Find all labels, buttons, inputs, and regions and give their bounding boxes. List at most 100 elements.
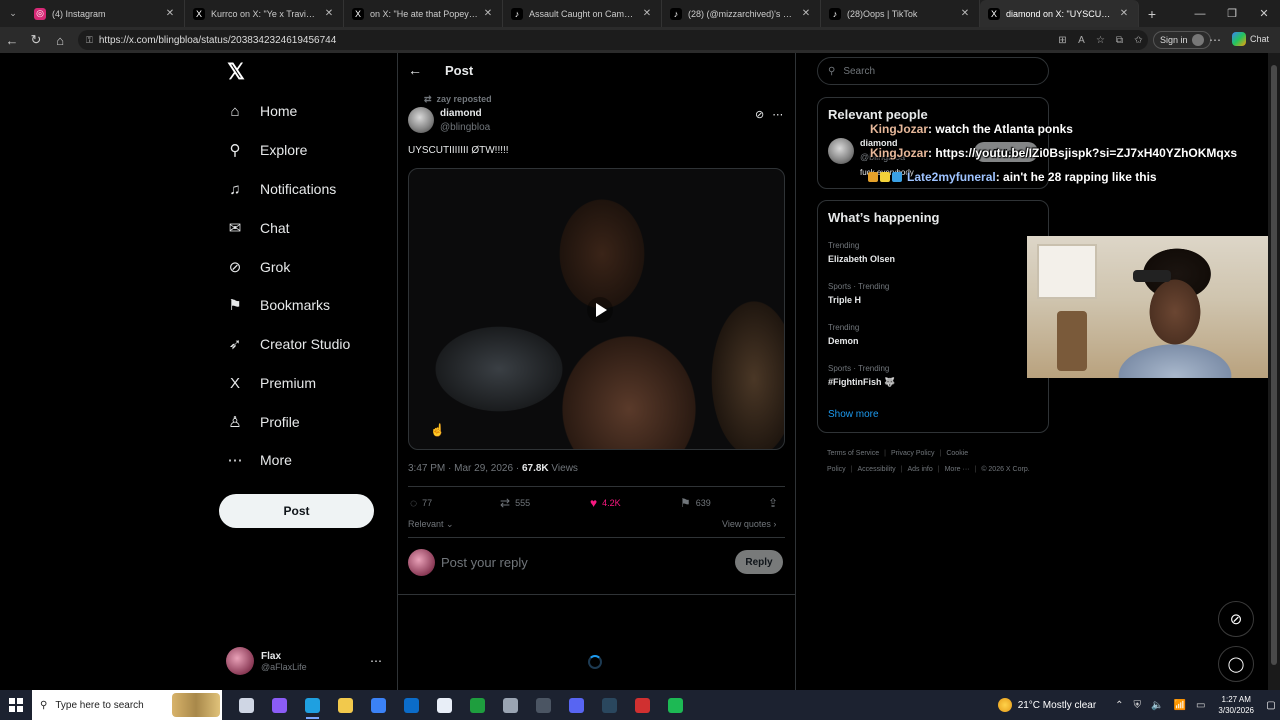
nav-item-more[interactable]: ⋯ More (226, 445, 292, 475)
nav-item-bookmarks[interactable]: ⚑ Bookmarks (226, 290, 330, 320)
clock[interactable]: 1:27 AM 3/30/2026 (1218, 694, 1254, 716)
play-icon[interactable] (587, 297, 613, 323)
search-input[interactable]: ⚲ Search (817, 57, 1049, 85)
view-quotes-link[interactable]: View quotes › (722, 519, 776, 529)
trend-item[interactable]: Triple H (828, 295, 861, 305)
close-window-icon[interactable]: ✕ (1248, 0, 1280, 27)
trend-item[interactable]: Elizabeth Olsen (828, 254, 895, 264)
notifications-icon[interactable]: ▢ (1262, 700, 1280, 711)
post-button[interactable]: Post (219, 494, 374, 528)
reposted-by[interactable]: zay reposted (437, 94, 492, 105)
share-action[interactable]: ⇪ (768, 496, 778, 510)
browser-tab[interactable]: ♪ (28) (@mizzarchived)'s video of B ✕ (662, 0, 821, 27)
discord-icon[interactable] (560, 690, 593, 720)
author-handle[interactable]: @blingbloa (440, 122, 490, 133)
bookmark-action[interactable]: ⚑ 639 (680, 496, 711, 510)
favorites-icon[interactable]: ✩ (1129, 35, 1148, 46)
browser-tab[interactable]: ◎ (4) Instagram ✕ (26, 0, 185, 27)
show-hidden-icons-icon[interactable]: ⌃ (1115, 700, 1123, 711)
grok-icon[interactable]: ⊘ (755, 108, 764, 121)
back-icon[interactable]: ← (0, 27, 24, 53)
x-logo-icon[interactable]: 𝕏 (224, 60, 248, 84)
notepad-icon[interactable] (428, 690, 461, 720)
edge-icon[interactable] (296, 690, 329, 720)
xbox-icon[interactable] (461, 690, 494, 720)
new-tab-button[interactable]: + (1139, 6, 1165, 22)
back-arrow-icon[interactable]: ← (408, 62, 422, 78)
copilot-chat-button[interactable]: Chat (1232, 32, 1269, 46)
minimize-icon[interactable]: — (1184, 0, 1216, 27)
task-view-icon[interactable] (230, 690, 263, 720)
browser-tab[interactable]: ♪ (28)Oops | TikTok ✕ (821, 0, 980, 27)
network-icon[interactable]: 📶 (1174, 700, 1186, 711)
reply-sort-dropdown[interactable]: Relevant ⌄ (408, 519, 454, 530)
display-icon[interactable]: ▭ (1196, 700, 1205, 711)
repost-action[interactable]: ⇄ 555 (500, 496, 530, 510)
copilot-icon[interactable] (263, 690, 296, 720)
messages-float-button[interactable]: ◯ (1218, 646, 1254, 682)
post-more-icon[interactable]: ⋯ (772, 108, 783, 121)
read-aloud-icon[interactable]: A (1072, 35, 1091, 46)
trend-item[interactable]: Demon (828, 336, 859, 346)
store-icon[interactable] (362, 690, 395, 720)
tab-actions-menu[interactable]: ⌄ (0, 0, 26, 27)
nav-item-grok[interactable]: ⊘ Grok (226, 252, 291, 282)
author-name[interactable]: diamond (440, 108, 482, 119)
close-tab-icon[interactable]: ✕ (1118, 8, 1130, 19)
close-tab-icon[interactable]: ✕ (800, 8, 812, 19)
site-info-icon[interactable]: ⚿ (86, 35, 93, 46)
browser-tab[interactable]: ♪ Assault Caught on Camera: Two W ✕ (503, 0, 662, 27)
reply-button[interactable]: Reply (735, 550, 783, 574)
video-player[interactable] (408, 168, 785, 450)
person-avatar[interactable] (828, 138, 854, 164)
security-icon[interactable]: ⛨ (1134, 700, 1142, 711)
reply-action[interactable]: ◌ 77 (410, 496, 432, 510)
weather-widget[interactable]: 21°C Mostly clear (997, 698, 1096, 712)
obs-icon[interactable] (527, 690, 560, 720)
footer-link[interactable]: Accessibility (858, 466, 896, 473)
reply-input[interactable]: Post your reply (441, 555, 528, 570)
taskbar-search[interactable]: ⚲ Type here to search (32, 690, 222, 720)
nav-item-notifications[interactable]: ♫ Notifications (226, 174, 336, 204)
extensions-icon[interactable]: ⧉ (1110, 35, 1129, 46)
file-explorer-icon[interactable] (329, 690, 362, 720)
refresh-icon[interactable]: ↻ (24, 27, 48, 53)
nav-item-creator-studio[interactable]: ➶ Creator Studio (226, 329, 351, 359)
close-tab-icon[interactable]: ✕ (323, 8, 335, 19)
footer-link[interactable]: Privacy Policy (891, 450, 935, 457)
nav-item-explore[interactable]: ⚲ Explore (226, 135, 308, 165)
app-icon[interactable] (494, 690, 527, 720)
page-scrollbar[interactable] (1268, 53, 1280, 690)
like-action[interactable]: ♥ 4.2K (590, 496, 621, 510)
browser-tab[interactable]: Xon X: "He ate that Popeyes biscu ✕ (344, 0, 503, 27)
scrollbar-thumb[interactable] (1271, 65, 1277, 665)
browser-tab[interactable]: X Kurrco on X: "Ye x Travis Scott ✕ (185, 0, 344, 27)
outlook-icon[interactable] (395, 690, 428, 720)
close-tab-icon[interactable]: ✕ (959, 8, 971, 19)
spotify-icon[interactable] (659, 690, 692, 720)
close-tab-icon[interactable]: ✕ (482, 8, 494, 19)
close-tab-icon[interactable]: ✕ (641, 8, 653, 19)
footer-link[interactable]: Ads info (907, 466, 932, 473)
grok-float-button[interactable]: ⊘ (1218, 601, 1254, 637)
account-switcher[interactable]: Flax @aFlaxLife ⋯ (226, 646, 386, 676)
browser-tab[interactable]: Xdiamond on X: "UYSCUTIIIIII ✕ (980, 0, 1139, 27)
trend-item[interactable]: #FightinFish 🐺 (828, 377, 895, 388)
start-button[interactable] (0, 690, 32, 720)
nav-item-chat[interactable]: ✉ Chat (226, 213, 290, 243)
record-icon[interactable] (626, 690, 659, 720)
nav-item-home[interactable]: ⌂ Home (226, 96, 297, 126)
browser-menu-icon[interactable]: ⋯ (1209, 33, 1221, 47)
close-tab-icon[interactable]: ✕ (164, 8, 176, 19)
steam-icon[interactable] (593, 690, 626, 720)
footer-link[interactable]: © 2026 X Corp. (981, 466, 1029, 473)
nav-item-profile[interactable]: ♙ Profile (226, 407, 299, 437)
favorite-star-icon[interactable]: ☆ (1091, 35, 1110, 46)
sign-in-button[interactable]: Sign in (1153, 31, 1211, 49)
show-more-link[interactable]: Show more (828, 409, 879, 420)
footer-link[interactable]: More ··· (945, 466, 970, 473)
footer-link[interactable]: Terms of Service (827, 450, 879, 457)
address-bar[interactable]: ⚿ https://x.com/blingbloa/status/2038342… (78, 30, 1148, 50)
restore-icon[interactable]: ❐ (1216, 0, 1248, 27)
home-browser-icon[interactable]: ⌂ (48, 27, 72, 53)
